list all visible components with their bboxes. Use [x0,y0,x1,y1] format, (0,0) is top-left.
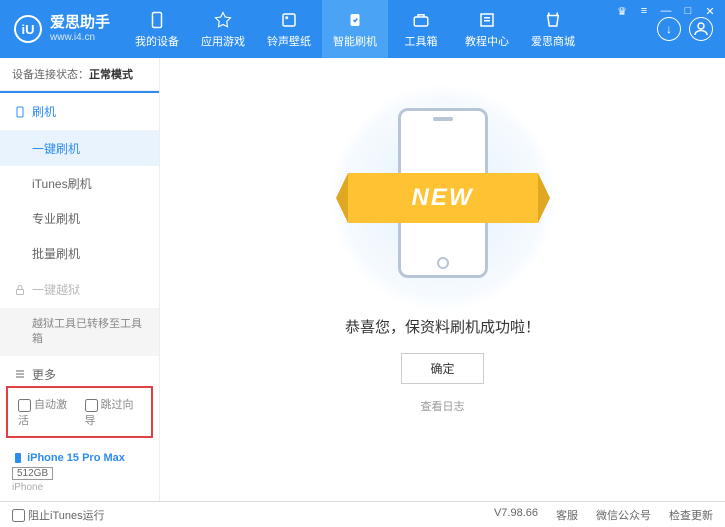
nav-icon [543,10,563,30]
logo: iU 爱思助手 www.i4.cn [0,15,124,43]
user-icon [692,20,710,38]
device-type: iPhone [12,482,147,493]
block-itunes-checkbox[interactable]: 阻止iTunes运行 [12,507,105,523]
lock-icon [14,284,26,296]
list-icon [14,368,26,380]
footer-link-wechat[interactable]: 微信公众号 [596,507,651,523]
storage-badge: 512GB [12,467,53,480]
nav-item-2[interactable]: 铃声壁纸 [256,0,322,58]
footer-link-update[interactable]: 检查更新 [669,507,713,523]
nav-item-6[interactable]: 爱思商城 [520,0,586,58]
ok-button[interactable]: 确定 [401,353,483,384]
view-log-link[interactable]: 查看日志 [421,398,465,414]
phone-icon [14,106,26,118]
sidebar-item-flash-2[interactable]: 专业刷机 [0,201,159,236]
nav-icon [411,10,431,30]
connection-status: 设备连接状态：正常模式 [0,58,159,91]
download-button[interactable]: ↓ [657,17,681,41]
nav-icon [213,10,233,30]
nav-item-5[interactable]: 教程中心 [454,0,520,58]
device-info: iPhone 15 Pro Max 512GB iPhone [0,444,159,501]
phone-icon [12,452,24,464]
version-label: V7.98.66 [494,507,538,523]
nav-item-4[interactable]: 工具箱 [388,0,454,58]
sidebar-section-jailbreak: 一键越狱 [0,271,159,309]
nav-icon [279,10,299,30]
nav-icon [147,10,167,30]
menu-icon[interactable]: ≡ [637,4,651,18]
app-title: 爱思助手 [50,15,110,32]
main-content: NEW 恭喜您，保资料刷机成功啦！ 确定 查看日志 [160,58,725,501]
nav-item-1[interactable]: 应用游戏 [190,0,256,58]
sidebar-section-more[interactable]: 更多 [0,356,159,380]
nav-item-3[interactable]: 智能刷机 [322,0,388,58]
auto-activate-checkbox[interactable]: 自动激活 [18,396,75,428]
sidebar-item-flash-3[interactable]: 批量刷机 [0,236,159,271]
skip-guide-checkbox[interactable]: 跳过向导 [85,396,142,428]
footer: 阻止iTunes运行 V7.98.66 客服 微信公众号 检查更新 [0,501,725,527]
new-ribbon: NEW [348,173,538,223]
success-illustration: NEW [368,98,518,298]
user-button[interactable] [689,17,713,41]
nav-icon [477,10,497,30]
device-name: iPhone 15 Pro Max [27,452,125,464]
maximize-icon[interactable]: □ [681,4,695,18]
minimize-icon[interactable]: — [659,4,673,18]
main-nav: 我的设备应用游戏铃声壁纸智能刷机工具箱教程中心爱思商城 [124,0,645,58]
options-highlight-box: 自动激活 跳过向导 [6,386,153,438]
close-icon[interactable]: ✕ [703,4,717,18]
sidebar: 设备连接状态：正常模式 刷机 一键刷机iTunes刷机专业刷机批量刷机 一键越狱… [0,58,160,501]
app-url: www.i4.cn [50,32,110,43]
sidebar-item-flash-0[interactable]: 一键刷机 [0,131,159,166]
sidebar-item-flash-1[interactable]: iTunes刷机 [0,166,159,201]
jailbreak-note: 越狱工具已转移至工具箱 [0,309,159,356]
success-message: 恭喜您，保资料刷机成功啦！ [345,316,540,337]
nav-icon [345,10,365,30]
logo-icon: iU [14,15,42,43]
footer-link-support[interactable]: 客服 [556,507,578,523]
sidebar-section-flash[interactable]: 刷机 [0,91,159,131]
gift-icon[interactable]: ♛ [615,4,629,18]
nav-item-0[interactable]: 我的设备 [124,0,190,58]
